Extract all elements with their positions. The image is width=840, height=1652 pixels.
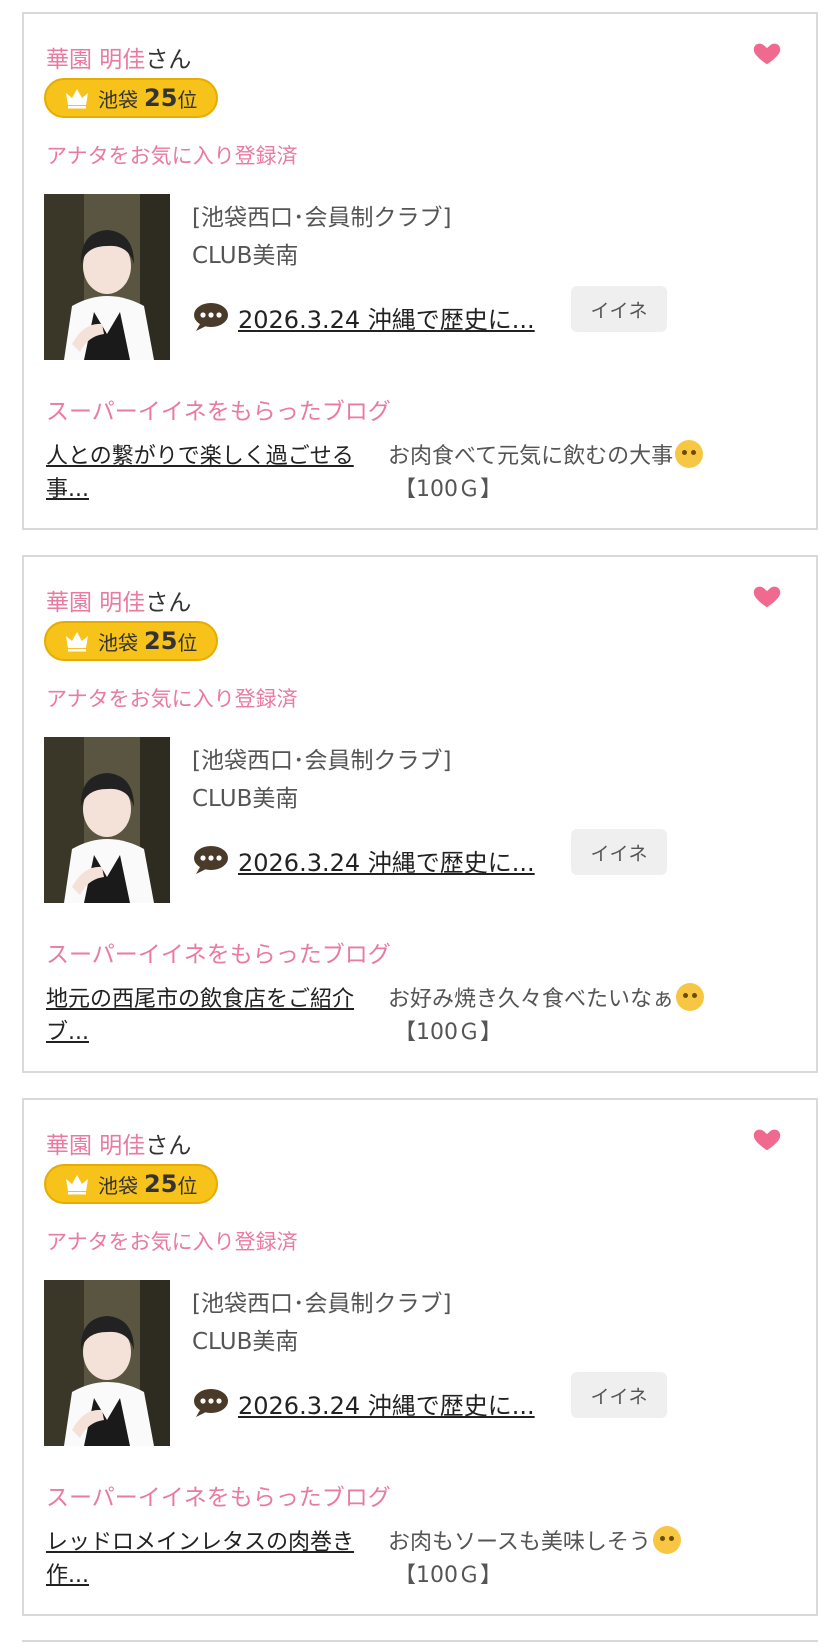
- latest-post-link[interactable]: 2026.3.24 沖縄で歴史に...: [238, 1386, 535, 1421]
- points-label: 【100Ｇ】: [394, 1563, 502, 1588]
- cast-card[interactable]: 華園 明佳さん 池袋 25 位 アナタをお気に入り登録済 [池袋西口･会員制クラ…: [22, 1098, 818, 1616]
- cast-photo[interactable]: [44, 737, 170, 903]
- cast-photo[interactable]: [44, 1280, 170, 1446]
- cast-name[interactable]: 華園 明佳さん: [46, 583, 191, 617]
- heart-icon[interactable]: [752, 1124, 782, 1154]
- club-category: [池袋西口･会員制クラブ]: [192, 1291, 452, 1317]
- rank-area: 池袋: [98, 1173, 138, 1198]
- points-label: 【100Ｇ】: [394, 477, 502, 502]
- rank-area: 池袋: [98, 630, 138, 655]
- club-name: CLUB美南: [192, 786, 299, 812]
- speech-bubble-icon: [194, 303, 228, 331]
- cast-card[interactable]: 華園 明佳さん 池袋 25 位 アナタをお気に入り登録済 [池袋西口･会員制クラ…: [22, 12, 818, 530]
- rank-badge: 池袋 25 位: [44, 1164, 218, 1204]
- super-iine-heading: スーパーイイネをもらったブログ: [46, 399, 391, 425]
- speech-bubble-icon: [194, 1389, 228, 1417]
- rank-unit: 位: [177, 87, 198, 112]
- crown-icon: [66, 1175, 88, 1195]
- relieved-face-icon: [676, 983, 705, 1011]
- crown-icon: [66, 632, 88, 652]
- latest-post-link[interactable]: 2026.3.24 沖縄で歴史に...: [238, 300, 535, 335]
- cast-name[interactable]: 華園 明佳さん: [46, 1126, 191, 1160]
- favorite-status: アナタをお気に入り登録済: [46, 1230, 298, 1254]
- comment-text: お好み焼き久々食べたいなぁ: [388, 987, 675, 1012]
- heart-icon[interactable]: [752, 581, 782, 611]
- club-category: [池袋西口･会員制クラブ]: [192, 205, 452, 231]
- favorite-status: アナタをお気に入り登録済: [46, 144, 298, 168]
- club-category: [池袋西口･会員制クラブ]: [192, 748, 452, 774]
- club-name: CLUB美南: [192, 243, 299, 269]
- rank-number: 25: [144, 627, 178, 655]
- pleading-face-icon: [675, 440, 704, 468]
- super-iine-heading: スーパーイイネをもらったブログ: [46, 1485, 391, 1511]
- rank-unit: 位: [177, 1173, 198, 1198]
- iine-button[interactable]: イイネ: [571, 286, 667, 332]
- blog-comment: お肉もソースも美味しそう 【100Ｇ】: [388, 1526, 681, 1592]
- speech-bubble-icon: [194, 846, 228, 874]
- blog-title-link[interactable]: レッドロメインレタスの肉巻き作...: [46, 1526, 376, 1592]
- favorite-status: アナタをお気に入り登録済: [46, 687, 298, 711]
- next-card-edge: [22, 1640, 818, 1652]
- comment-text: お肉食べて元気に飲むの大事: [388, 444, 674, 469]
- rank-area: 池袋: [98, 87, 138, 112]
- blog-comment: お好み焼き久々食べたいなぁ 【100Ｇ】: [388, 983, 705, 1049]
- blog-title-link[interactable]: 人との繋がりで楽しく過ごせる事...: [46, 440, 376, 506]
- crown-icon: [66, 89, 88, 109]
- rank-number: 25: [144, 1170, 178, 1198]
- blog-title-link[interactable]: 地元の西尾市の飲食店をご紹介ブ...: [46, 983, 376, 1049]
- cast-card[interactable]: 華園 明佳さん 池袋 25 位 アナタをお気に入り登録済 [池袋西口･会員制クラ…: [22, 555, 818, 1073]
- rank-badge: 池袋 25 位: [44, 621, 218, 661]
- comment-text: お肉もソースも美味しそう: [388, 1530, 651, 1555]
- points-label: 【100Ｇ】: [394, 1020, 502, 1045]
- cast-name[interactable]: 華園 明佳さん: [46, 40, 191, 74]
- cast-photo[interactable]: [44, 194, 170, 360]
- iine-button[interactable]: イイネ: [571, 1372, 667, 1418]
- rank-badge: 池袋 25 位: [44, 78, 218, 118]
- latest-post-link[interactable]: 2026.3.24 沖縄で歴史に...: [238, 843, 535, 878]
- rank-number: 25: [144, 84, 178, 112]
- super-iine-heading: スーパーイイネをもらったブログ: [46, 942, 391, 968]
- relieved-face-icon: [652, 1526, 681, 1554]
- heart-icon[interactable]: [752, 38, 782, 68]
- blog-comment: お肉食べて元気に飲むの大事 【100Ｇ】: [388, 440, 704, 506]
- rank-unit: 位: [177, 630, 198, 655]
- club-name: CLUB美南: [192, 1329, 299, 1355]
- iine-button[interactable]: イイネ: [571, 829, 667, 875]
